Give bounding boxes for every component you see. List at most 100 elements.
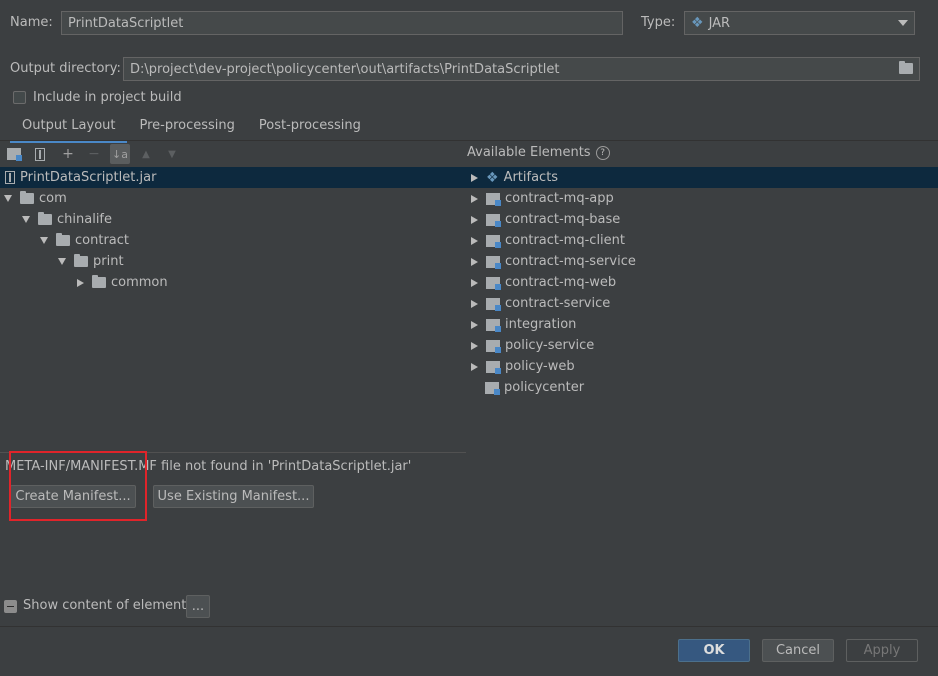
available-item-artifacts[interactable]: ❖ Artifacts [466, 167, 938, 188]
module-folder-icon [486, 318, 501, 332]
expand-arrow-icon[interactable] [471, 236, 478, 245]
output-directory-label: Output directory: [10, 61, 121, 76]
jar-icon [5, 171, 15, 184]
use-existing-manifest-button[interactable]: Use Existing Manifest... [153, 485, 314, 508]
module-folder-icon [485, 381, 500, 395]
expand-arrow-icon[interactable] [4, 195, 12, 202]
tree-item-chinalife[interactable]: chinalife [0, 209, 466, 230]
module-folder-icon [486, 192, 501, 206]
available-item-label: contract-mq-app [505, 191, 614, 206]
output-directory-value: D:\project\dev-project\policycenter\out\… [130, 61, 560, 77]
module-folder-icon [486, 339, 501, 353]
type-label: Type: [641, 15, 676, 30]
tree-item-jar[interactable]: PrintDataScriptlet.jar [0, 167, 466, 188]
move-up-button[interactable]: ▲ [136, 144, 156, 164]
available-item-module[interactable]: policy-web [466, 356, 938, 377]
artifacts-icon: ❖ [486, 169, 499, 186]
expand-arrow-icon[interactable] [471, 257, 478, 266]
browse-folder-icon[interactable] [899, 61, 918, 78]
apply-button[interactable]: Apply [846, 639, 918, 662]
folder-icon [74, 254, 88, 267]
tree-item-label: contract [75, 233, 129, 248]
available-item-module[interactable]: contract-mq-base [466, 209, 938, 230]
expand-arrow-icon[interactable] [471, 362, 478, 371]
expand-arrow-icon[interactable] [40, 237, 48, 244]
available-item-module[interactable]: policy-service [466, 335, 938, 356]
new-folder-icon [6, 148, 22, 161]
name-input[interactable]: PrintDataScriptlet [61, 11, 623, 35]
tree-item-print[interactable]: print [0, 251, 466, 272]
tree-item-label: chinalife [57, 212, 113, 227]
available-item-label: policy-service [505, 338, 595, 353]
expand-arrow-icon[interactable] [471, 194, 478, 203]
available-item-label: policycenter [504, 380, 585, 395]
cancel-button[interactable]: Cancel [762, 639, 834, 662]
expand-arrow-icon[interactable] [22, 216, 30, 223]
include-in-build-checkbox[interactable] [13, 91, 26, 104]
tab-output-layout[interactable]: Output Layout [10, 114, 128, 143]
available-item-module[interactable]: contract-mq-service [466, 251, 938, 272]
tree-item-com[interactable]: com [0, 188, 466, 209]
available-item-module[interactable]: contract-mq-web [466, 272, 938, 293]
footer-divider [0, 626, 938, 627]
expand-arrow-icon[interactable] [58, 258, 66, 265]
expand-arrow-icon[interactable] [471, 215, 478, 224]
tree-item-label: print [93, 254, 124, 269]
available-item-label: contract-mq-web [505, 275, 617, 290]
include-in-build-label[interactable]: Include in project build [33, 90, 182, 105]
tree-item-label: PrintDataScriptlet.jar [20, 170, 157, 185]
jar-diamond-icon: ❖ [691, 15, 704, 31]
available-item-label: contract-mq-client [505, 233, 625, 248]
available-item-label: contract-mq-base [505, 212, 621, 227]
chevron-down-icon [898, 20, 908, 26]
module-folder-icon [486, 297, 501, 311]
ok-button[interactable]: OK [678, 639, 750, 662]
tree-item-contract[interactable]: contract [0, 230, 466, 251]
expand-arrow-icon[interactable] [471, 278, 478, 287]
add-archive-button[interactable] [32, 144, 52, 164]
available-elements-header: Available Elements ? [467, 145, 610, 160]
tab-pre-processing[interactable]: Pre-processing [127, 114, 246, 140]
name-label: Name: [10, 15, 53, 30]
available-item-module[interactable]: policycenter [466, 377, 938, 398]
folder-icon [92, 275, 106, 288]
new-folder-button[interactable] [6, 144, 26, 164]
add-copy-button[interactable]: + [58, 144, 78, 164]
folder-icon [38, 212, 52, 225]
show-content-label[interactable]: Show content of elements [23, 598, 193, 613]
available-item-module[interactable]: contract-service [466, 293, 938, 314]
tree-item-common[interactable]: common [0, 272, 466, 293]
available-item-label: Artifacts [503, 170, 559, 185]
folder-icon [899, 61, 913, 74]
folder-icon [20, 191, 34, 204]
available-item-module[interactable]: integration [466, 314, 938, 335]
module-folder-icon [486, 213, 501, 227]
expand-arrow-icon[interactable] [471, 299, 478, 308]
show-content-options-button[interactable]: ... [186, 595, 210, 618]
module-folder-icon [486, 276, 501, 290]
help-icon[interactable]: ? [595, 145, 610, 160]
move-down-button[interactable]: ▼ [162, 144, 182, 164]
tab-post-processing[interactable]: Post-processing [247, 114, 373, 140]
expand-arrow-icon[interactable] [471, 320, 478, 329]
remove-button[interactable]: − [84, 144, 104, 164]
folder-icon [56, 233, 70, 246]
available-item-module[interactable]: contract-mq-client [466, 230, 938, 251]
module-folder-icon [486, 234, 501, 248]
collapse-arrow-icon[interactable] [77, 278, 84, 287]
available-elements-title: Available Elements [467, 145, 591, 160]
available-item-label: policy-web [505, 359, 575, 374]
available-item-module[interactable]: contract-mq-app [466, 188, 938, 209]
show-content-checkbox[interactable] [4, 600, 17, 613]
output-directory-input[interactable]: D:\project\dev-project\policycenter\out\… [123, 57, 920, 81]
sort-elements-button[interactable]: ↓a [110, 144, 130, 164]
layout-toolbar: + − ↓a ▲ ▼ [0, 142, 472, 166]
type-select[interactable]: ❖ JAR [684, 11, 915, 35]
expand-arrow-icon[interactable] [471, 173, 478, 182]
available-elements-tree: ❖ Artifacts contract-mq-app contract-mq-… [466, 167, 938, 398]
highlight-box [9, 451, 147, 521]
type-select-value: JAR [708, 15, 731, 31]
tabs-divider [0, 140, 938, 141]
expand-arrow-icon[interactable] [471, 341, 478, 350]
tree-item-label: common [111, 275, 168, 290]
